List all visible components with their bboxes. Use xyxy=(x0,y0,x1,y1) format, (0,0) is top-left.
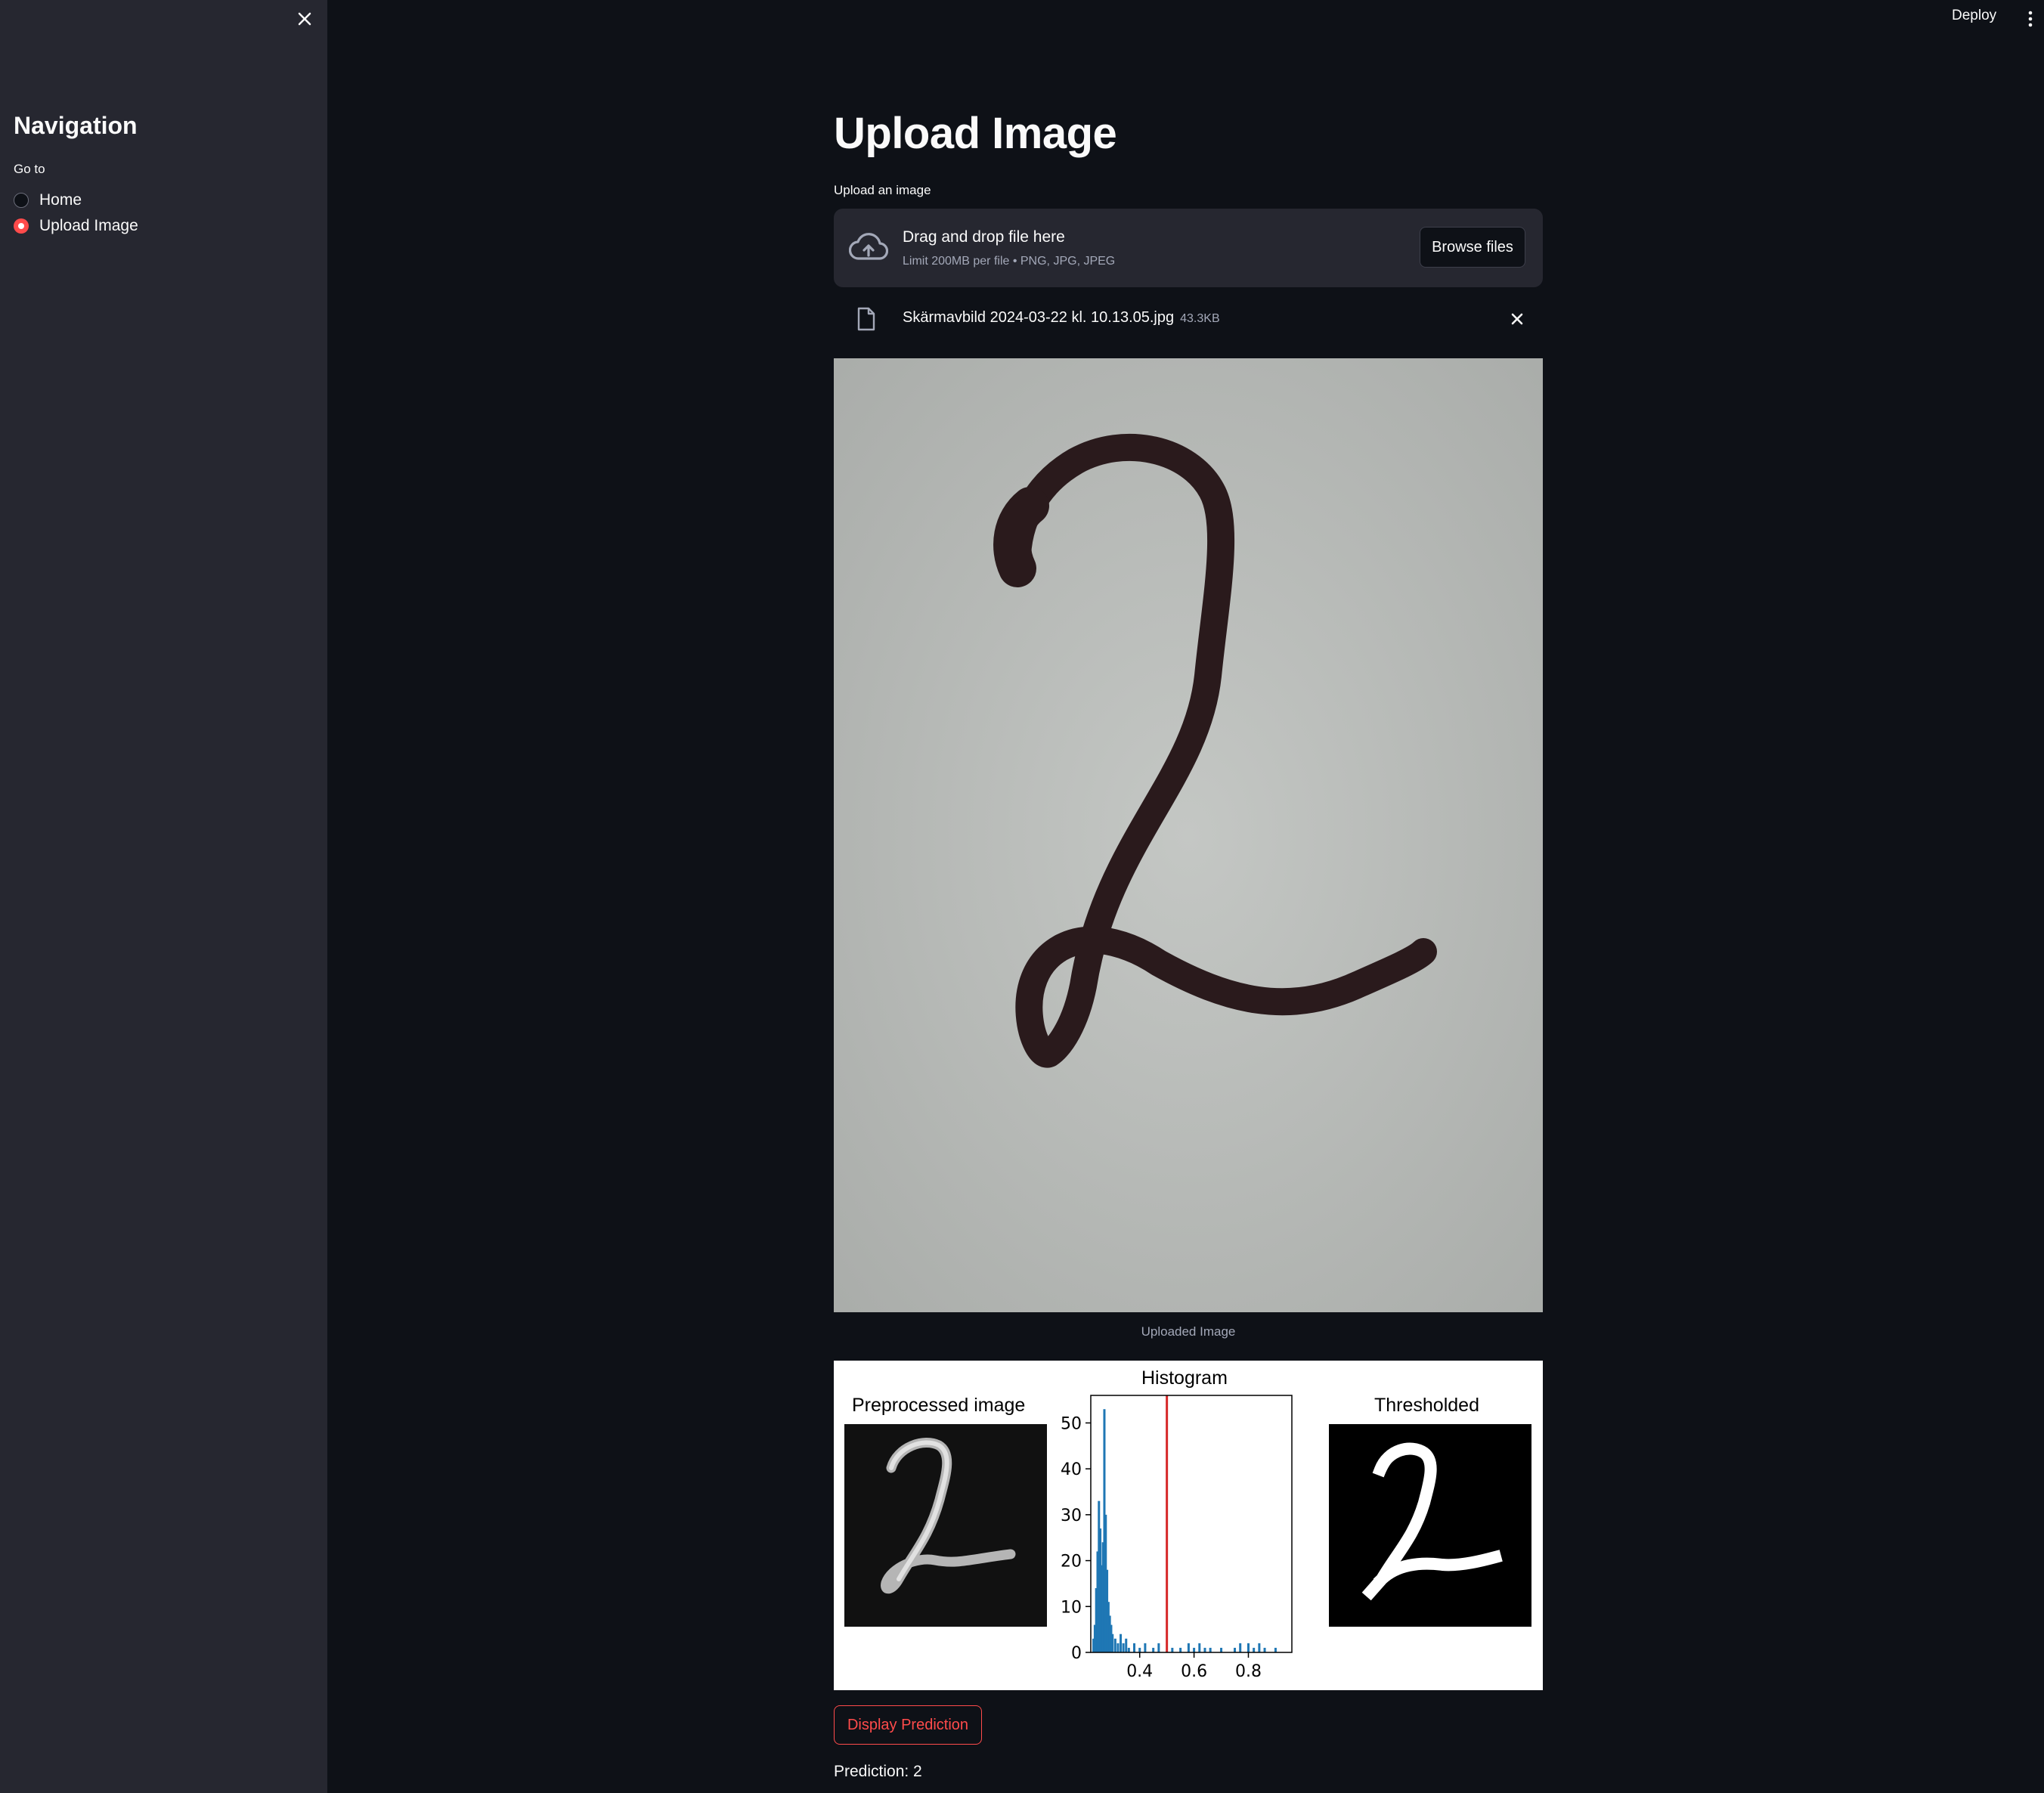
dropzone-instructions: Drag and drop file here xyxy=(903,228,1065,246)
analysis-figure: Preprocessed image Histogram 0 10 20 30 40 50… xyxy=(834,1361,1543,1690)
uploaded-image xyxy=(834,358,1543,1312)
y-tick-label: 0 xyxy=(1071,1644,1082,1663)
file-uploader-label: Upload an image xyxy=(834,183,931,197)
x-tick-label: 0.6 xyxy=(1181,1662,1207,1681)
preprocessed-title: Preprocessed image xyxy=(852,1395,1026,1416)
thresholded-title: Thresholded xyxy=(1374,1395,1479,1416)
histogram-bar xyxy=(1198,1643,1201,1652)
y-tick-label: 50 xyxy=(1061,1414,1082,1433)
radio-option-label: Upload Image xyxy=(39,217,138,234)
histogram-bar xyxy=(1209,1647,1212,1652)
histogram-bar xyxy=(1144,1643,1147,1652)
histogram-bar xyxy=(1263,1647,1266,1652)
deploy-button[interactable]: Deploy xyxy=(1952,8,1996,24)
file-name-text: Skärmavbild 2024-03-22 kl. 10.13.05.jpg xyxy=(903,309,1175,326)
y-tick-label: 30 xyxy=(1061,1507,1082,1525)
sidebar: Navigation Go to Home Upload Image xyxy=(0,0,327,1793)
histogram-bar xyxy=(1125,1638,1128,1652)
dropzone-limit-text: Limit 200MB per file • PNG, JPG, JPEG xyxy=(903,255,1116,268)
histogram-bar xyxy=(1274,1647,1277,1652)
histogram-bar xyxy=(1220,1647,1223,1652)
histogram-bar xyxy=(1157,1643,1160,1652)
histogram-bar xyxy=(1127,1647,1130,1652)
histogram-bar xyxy=(1258,1643,1261,1652)
display-prediction-button[interactable]: Display Prediction xyxy=(834,1705,982,1745)
cloud-upload-icon xyxy=(849,233,888,260)
x-tick-label: 0.4 xyxy=(1126,1662,1153,1681)
histogram-bar xyxy=(1113,1638,1116,1652)
y-tick-label: 40 xyxy=(1061,1460,1082,1479)
sidebar-title: Navigation xyxy=(14,112,138,139)
histogram-bar xyxy=(1234,1647,1237,1652)
file-icon xyxy=(857,307,875,331)
prediction-result: Prediction: 2 xyxy=(834,1763,922,1780)
file-dropzone[interactable]: Drag and drop file here Limit 200MB per … xyxy=(834,209,1543,287)
histogram-bar xyxy=(1138,1647,1141,1652)
histogram-bar xyxy=(1111,1634,1114,1652)
histogram-bar xyxy=(1152,1647,1155,1652)
histogram-bar xyxy=(1179,1647,1182,1652)
histogram-bar xyxy=(1193,1647,1196,1652)
radio-unselected-icon[interactable] xyxy=(14,193,29,208)
histogram-bar xyxy=(1133,1643,1136,1652)
preprocessed-image xyxy=(844,1424,1047,1627)
histogram-bar xyxy=(1203,1647,1206,1652)
histogram-bar xyxy=(1171,1647,1174,1652)
histogram-bar xyxy=(1116,1643,1120,1652)
plot-frame xyxy=(1090,1395,1293,1653)
radio-group-label: Go to xyxy=(14,162,45,176)
histogram-bar xyxy=(1253,1647,1256,1652)
more-vertical-icon[interactable] xyxy=(2023,8,2038,30)
image-caption: Uploaded Image xyxy=(1141,1324,1236,1339)
histogram-chart: 0 10 20 30 40 50 0.4 0.6 0.8 xyxy=(1061,1395,1293,1681)
file-size: 43.3KB xyxy=(1180,312,1220,325)
thresholded-image xyxy=(1329,1424,1531,1627)
y-tick-label: 20 xyxy=(1061,1553,1082,1572)
radio-option-label: Home xyxy=(39,191,82,209)
histogram-title: Histogram xyxy=(1141,1367,1228,1389)
uploaded-file-row: Skärmavbild 2024-03-22 kl. 10.13.05.jpg 4… xyxy=(834,302,1543,336)
histogram-bar xyxy=(1122,1643,1125,1652)
y-tick-label: 10 xyxy=(1061,1598,1082,1617)
page-title: Upload Image xyxy=(834,109,1117,158)
histogram-bar xyxy=(1187,1643,1190,1652)
radio-option-upload-image[interactable]: Upload Image xyxy=(14,217,138,235)
x-tick-label: 0.8 xyxy=(1235,1662,1262,1681)
histogram-bar xyxy=(1247,1643,1250,1652)
uploaded-file-name: Skärmavbild 2024-03-22 kl. 10.13.05.jpg 4… xyxy=(903,309,1220,327)
histogram-bar xyxy=(1239,1643,1242,1652)
remove-file-icon[interactable] xyxy=(1507,308,1528,330)
histogram-bar xyxy=(1120,1634,1123,1652)
close-icon[interactable] xyxy=(293,8,316,30)
radio-option-home[interactable]: Home xyxy=(14,191,82,209)
browse-files-button[interactable]: Browse files xyxy=(1420,227,1525,268)
radio-selected-icon[interactable] xyxy=(14,218,29,234)
